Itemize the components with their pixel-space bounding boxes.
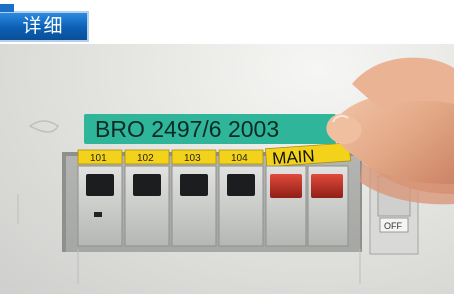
breaker-3-toggle[interactable] — [180, 174, 208, 196]
main-switch-toggle-1[interactable] — [270, 174, 302, 198]
details-button-label: 详细 — [22, 15, 65, 37]
breaker-4-toggle[interactable] — [227, 174, 255, 196]
off-label: OFF — [384, 221, 402, 231]
breaker-1-toggle[interactable] — [86, 174, 114, 196]
breaker-row — [77, 165, 349, 247]
tab-marker — [0, 4, 14, 12]
clip-icon — [28, 120, 59, 133]
main-label-text: BRO 2497/6 2003 — [95, 116, 279, 142]
breaker-panel-illustration: BRO 2497/6 2003 101 102 103 104 MAIN OFF — [17, 57, 454, 284]
main-switch-toggle-2[interactable] — [311, 174, 343, 198]
circuit-label-1-text: 101 — [90, 153, 107, 164]
circuit-label-3-text: 103 — [184, 153, 201, 164]
details-button[interactable]: 详细 — [0, 4, 89, 42]
breaker-2-toggle[interactable] — [133, 174, 161, 196]
main-switch-label-text: MAIN — [272, 146, 316, 168]
circuit-label-4-text: 104 — [231, 153, 248, 164]
breaker-panel-photo: BRO 2497/6 2003 101 102 103 104 MAIN OFF — [0, 44, 454, 294]
circuit-label-2-text: 102 — [137, 153, 154, 164]
breaker-1-indicator — [94, 212, 102, 217]
